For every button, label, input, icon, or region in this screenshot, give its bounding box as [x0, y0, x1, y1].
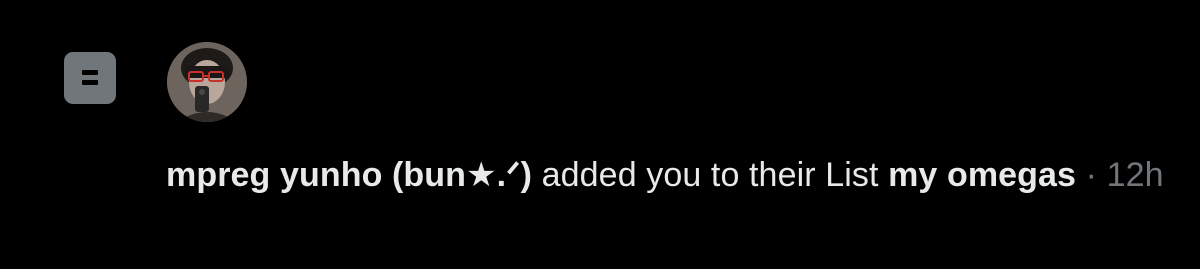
list-icon-bar-bottom [82, 80, 98, 85]
separator-dot: · [1076, 156, 1107, 194]
timestamp: 12h [1106, 156, 1164, 194]
user-name[interactable]: mpreg yunho (bun★.ᐟ) [166, 156, 532, 194]
list-name[interactable]: my omegas [888, 156, 1076, 194]
action-text: added you to their List [532, 156, 889, 194]
avatar-image [167, 42, 247, 122]
list-icon-bar-top [82, 70, 98, 75]
user-avatar[interactable] [167, 42, 247, 122]
notification-item[interactable]: mpreg yunho (bun★.ᐟ) added you to their … [0, 0, 1200, 269]
list-icon [64, 52, 116, 104]
notification-message: mpreg yunho (bun★.ᐟ) added you to their … [166, 152, 1166, 198]
